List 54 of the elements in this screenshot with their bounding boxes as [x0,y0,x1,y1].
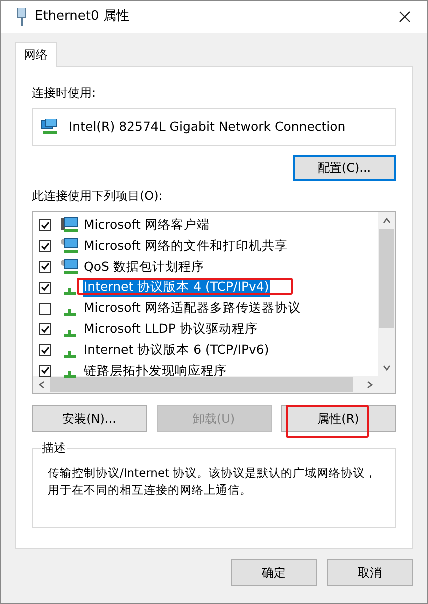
configure-button[interactable]: 配置(C)... [293,155,396,181]
checkbox[interactable] [39,219,51,232]
list-item[interactable]: QoS 数据包计划程序 [39,256,378,278]
scrollbar-thumb[interactable] [379,229,394,328]
items-label: 此连接使用下列项目(O): [32,188,164,205]
list-item[interactable]: Microsoft 网络的文件和打印机共享 [39,236,378,257]
checkbox[interactable] [39,260,51,273]
item-label: 链路层拓扑发现响应程序 [83,362,228,380]
item-label: QoS 数据包计划程序 [83,258,206,276]
checkbox[interactable] [39,240,51,252]
tab[interactable]: 网络 [15,42,57,67]
item-label: Microsoft 网络的文件和打印机共享 [83,236,289,255]
description-text: 传输控制协议/Internet 协议。该协议是默认的广域网络协议，用于在不同的相互连接的网络上通信。 [48,465,378,499]
horizontal-scrollbar[interactable] [33,376,395,393]
item-label: Microsoft 网络客户端 [83,216,211,234]
window-title: Ethernet0 属性 [35,8,130,26]
dialog-button[interactable]: 取消 [327,559,413,586]
checkbox[interactable] [39,302,51,315]
list-item[interactable]: Internet 协议版本 4 (TCP/IPv4) [39,277,378,298]
item-label: Microsoft 网络适配器多路传送器协议 [83,299,302,318]
checkmark-icon [40,283,50,292]
checkmark-icon [40,220,50,230]
list-item[interactable]: Internet 协议版本 6 (TCP/IPv6) [39,340,378,361]
vertical-scrollbar[interactable] [378,212,395,376]
item-label: Internet 协议版本 6 (TCP/IPv6) [83,340,270,359]
scroll-left-icon[interactable] [36,380,46,390]
computer-icon [61,217,79,234]
item-label: Microsoft LLDP 协议驱动程序 [83,320,259,338]
checkbox[interactable] [39,323,51,336]
action-button[interactable]: 属性(R) [281,405,396,432]
close-icon [399,11,411,23]
computer-icon [61,238,79,254]
connect-using-label: 连接时使用: [32,85,98,102]
action-button[interactable]: 安装(N)... [32,405,147,432]
list-item[interactable]: 链路层拓扑发现响应程序 [39,360,378,382]
checkmark-icon [40,242,50,251]
dialog-button[interactable]: 确定 [231,559,317,586]
adapter-name: Intel(R) 82574L Gigabit Network Connection [69,118,346,136]
scroll-up-icon[interactable] [382,216,392,226]
scrollbar-thumb[interactable] [50,377,353,392]
list-item[interactable]: Microsoft 网络客户端 [39,215,378,236]
checkmark-icon [40,346,50,355]
group-title: 描述 [41,440,67,456]
checkbox[interactable] [39,364,51,377]
network-cable-icon [17,8,27,26]
checkmark-icon [40,262,50,272]
list-item[interactable]: Microsoft LLDP 协议驱动程序 [39,318,378,340]
checkbox[interactable] [39,344,51,356]
network-adapter-icon [41,119,59,135]
computer-icon [61,258,79,275]
list-item[interactable]: Microsoft 网络适配器多路传送器协议 [39,298,378,319]
checkbox[interactable] [39,282,51,294]
checkmark-icon [40,324,50,334]
checkmark-icon [40,366,50,376]
